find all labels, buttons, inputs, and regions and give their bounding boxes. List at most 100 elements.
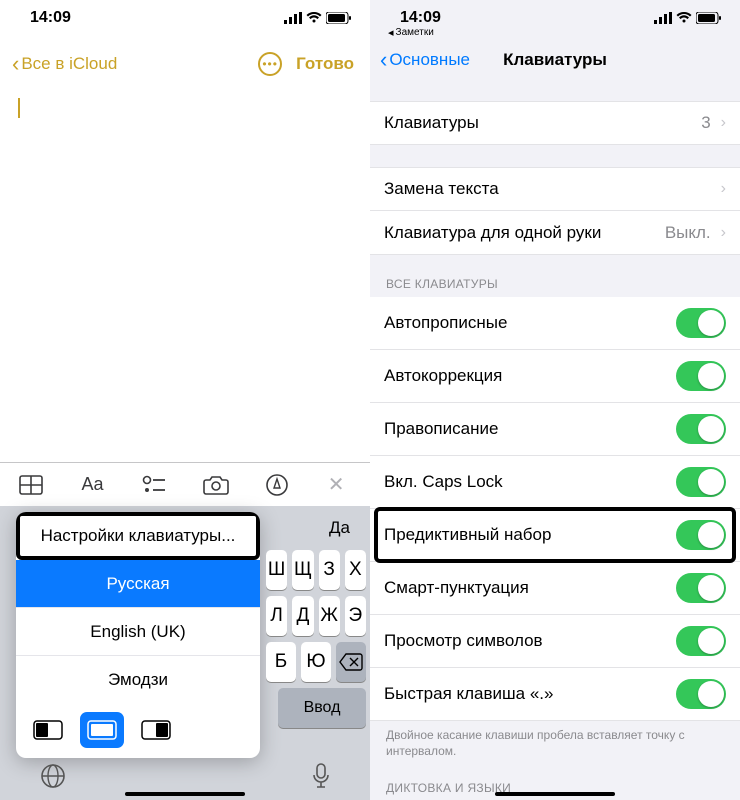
cell-charpreview: Просмотр символов	[370, 615, 740, 668]
cell-label: Автокоррекция	[384, 366, 502, 386]
key[interactable]: Б	[266, 642, 296, 682]
mic-icon[interactable]	[312, 763, 330, 789]
battery-icon	[696, 12, 722, 24]
cell-spelling: Правописание	[370, 403, 740, 456]
back-label: Основные	[389, 50, 470, 70]
keyboard-emoji-item[interactable]: Эмодзи	[16, 656, 260, 704]
key[interactable]: Ш	[266, 550, 287, 590]
group-header-all: ВСЕ КЛАВИАТУРЫ	[370, 277, 740, 297]
toggle-smartpunct[interactable]	[676, 573, 726, 603]
cell-label: Клавиатура для одной руки	[384, 223, 601, 243]
text-cursor	[18, 98, 20, 118]
battery-icon	[326, 12, 352, 24]
footer-note: Двойное касание клавиши пробела вставляе…	[370, 721, 740, 759]
cell-label: Просмотр символов	[384, 631, 543, 651]
checklist-icon[interactable]	[133, 475, 175, 495]
keyboard-switcher-menu: Настройки клавиатуры... Русская English …	[16, 512, 260, 758]
keyboard-russian-item[interactable]: Русская	[16, 560, 260, 608]
cell-label: Быстрая клавиша «.»	[384, 684, 553, 704]
cell-label: Правописание	[384, 419, 498, 439]
done-button[interactable]: Готово	[296, 54, 354, 74]
wifi-icon	[306, 12, 322, 24]
back-button[interactable]: ‹ Все в iCloud	[12, 53, 117, 75]
cell-predictive: Предиктивный набор	[370, 509, 740, 562]
cellular-icon	[284, 12, 302, 24]
cell-smartpunct: Смарт-пунктуация	[370, 562, 740, 615]
page-title: Клавиатуры	[503, 50, 607, 70]
camera-icon[interactable]	[195, 475, 237, 495]
key[interactable]: Л	[266, 596, 287, 636]
keyboard-dock-left-icon[interactable]	[26, 712, 70, 748]
status-bar: 14:09	[370, 0, 740, 26]
back-label: Все в iCloud	[21, 54, 117, 74]
table-icon[interactable]	[10, 475, 52, 495]
keyboard-dock-right-icon[interactable]	[134, 712, 178, 748]
keyboard-dock-center-icon[interactable]	[80, 712, 124, 748]
cell-one-handed[interactable]: Клавиатура для одной руки Выкл. ›	[370, 211, 740, 255]
cell-value: Выкл.	[665, 223, 711, 243]
toggle-capslock[interactable]	[676, 467, 726, 497]
key[interactable]: Ж	[319, 596, 340, 636]
toggle-autocap[interactable]	[676, 308, 726, 338]
format-icon[interactable]: Aa	[71, 474, 113, 495]
status-icons	[654, 12, 722, 24]
status-bar: 14:09	[0, 0, 370, 26]
cell-shortcut: Быстрая клавиша «.»	[370, 668, 740, 721]
backspace-key[interactable]	[336, 642, 366, 682]
toggle-shortcut[interactable]	[676, 679, 726, 709]
cell-label: Предиктивный набор	[384, 525, 551, 545]
cell-text-replacement[interactable]: Замена текста ›	[370, 167, 740, 211]
toggle-predictive[interactable]	[676, 520, 726, 550]
key[interactable]: Э	[345, 596, 366, 636]
keyboard-settings-item[interactable]: Настройки клавиатуры...	[16, 512, 260, 560]
status-time: 14:09	[400, 9, 441, 27]
key[interactable]: Ю	[301, 642, 331, 682]
cell-label: Смарт-пунктуация	[384, 578, 529, 598]
status-icons	[284, 12, 352, 24]
chevron-left-icon: ‹	[380, 49, 387, 71]
toggle-autocorrect[interactable]	[676, 361, 726, 391]
key[interactable]: Щ	[292, 550, 313, 590]
cell-autocorrect: Автокоррекция	[370, 350, 740, 403]
chevron-right-icon: ›	[721, 180, 726, 198]
wifi-icon	[676, 12, 692, 24]
backspace-icon	[339, 653, 363, 671]
key[interactable]: Х	[345, 550, 366, 590]
back-button[interactable]: ‹ Основные	[380, 49, 470, 71]
markup-icon[interactable]	[256, 474, 298, 496]
chevron-right-icon: ›	[721, 114, 726, 132]
chevron-right-icon: ›	[721, 224, 726, 242]
return-key[interactable]: Ввод	[278, 688, 366, 728]
keyboard-english-item[interactable]: English (UK)	[16, 608, 260, 656]
breadcrumb-label: Заметки	[396, 27, 434, 38]
cell-label: Клавиатуры	[384, 113, 479, 133]
home-indicator	[495, 792, 615, 796]
cell-label: Замена текста	[384, 179, 499, 199]
group-header-dictation: ДИКТОВКА И ЯЗЫКИ	[370, 781, 740, 800]
settings-navbar: ‹ Основные Клавиатуры	[370, 39, 740, 79]
notes-navbar: ‹ Все в iCloud ••• Готово	[0, 26, 370, 84]
toggle-charpreview[interactable]	[676, 626, 726, 656]
cell-autocap: Автопрописные	[370, 297, 740, 350]
keyboard-area: Aa ✕ Да Настройки клавиатуры... Русская …	[0, 462, 370, 800]
toggle-spelling[interactable]	[676, 414, 726, 444]
chevron-left-icon: ◂	[388, 26, 394, 39]
cell-label: Автопрописные	[384, 313, 507, 333]
cell-keyboards[interactable]: Клавиатуры 3 ›	[370, 101, 740, 145]
key[interactable]: З	[319, 550, 340, 590]
suggestion-item[interactable]: Да	[329, 518, 350, 538]
status-time: 14:09	[30, 9, 71, 27]
chevron-left-icon: ‹	[12, 53, 19, 75]
cell-capslock: Вкл. Caps Lock	[370, 456, 740, 509]
cellular-icon	[654, 12, 672, 24]
home-indicator	[125, 792, 245, 796]
ellipsis-icon: •••	[262, 57, 278, 71]
key[interactable]: Д	[292, 596, 313, 636]
globe-icon[interactable]	[40, 763, 66, 789]
breadcrumb[interactable]: ◂ Заметки	[370, 26, 740, 39]
more-button[interactable]: •••	[258, 52, 282, 76]
cell-value: 3	[701, 113, 710, 133]
notes-toolbar: Aa ✕	[0, 462, 370, 506]
cell-label: Вкл. Caps Lock	[384, 472, 503, 492]
close-icon[interactable]: ✕	[318, 472, 360, 497]
